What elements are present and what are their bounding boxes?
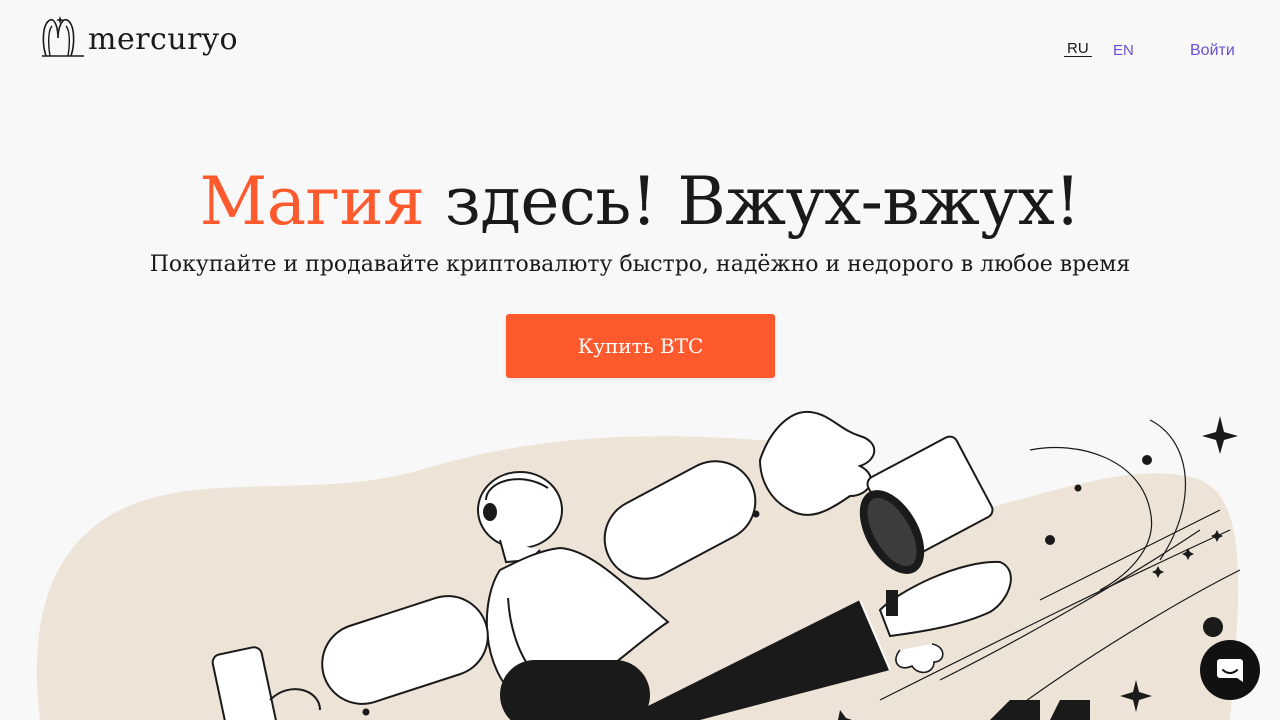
hero-title: Магия здесь! Вжух-вжух!	[0, 160, 1280, 244]
sparkle-icon	[1202, 416, 1238, 454]
hero-title-accent: Магия	[199, 163, 425, 240]
header: mercuryo RU EN Войти	[0, 0, 1280, 100]
mercuryo-logo-icon	[42, 16, 84, 57]
buy-btc-button[interactable]: Купить BTC	[506, 314, 775, 378]
chat-button[interactable]	[1200, 640, 1260, 700]
hero-subtitle: Покупайте и продавайте криптовалюту быст…	[149, 252, 1131, 277]
hero-illustration	[36, 410, 1241, 720]
lang-ru-link[interactable]: RU	[1064, 41, 1092, 57]
chat-icon	[1217, 659, 1243, 682]
logo-text: mercuryo	[88, 21, 239, 57]
login-link[interactable]: Войти	[1190, 42, 1235, 60]
lang-en-link[interactable]: EN	[1113, 42, 1134, 59]
logo[interactable]: mercuryo	[40, 14, 238, 60]
hero-title-rest: здесь! Вжух-вжух!	[424, 163, 1081, 240]
